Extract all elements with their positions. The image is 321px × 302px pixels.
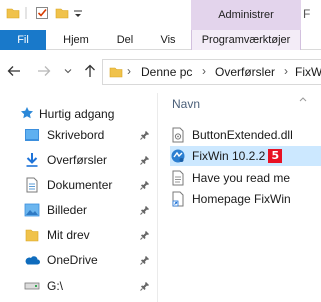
onedrive-icon [24, 252, 40, 268]
pin-icon[interactable] [140, 179, 150, 193]
navigation-pane: Hurtig adgang Skrivebord Overførsler Dok… [0, 93, 157, 302]
text-file-icon [170, 170, 186, 186]
sidebar-item-label: Billeder [47, 203, 88, 217]
context-group-label: Administrer [218, 9, 274, 21]
new-folder-icon[interactable] [55, 6, 69, 23]
file-row-selected[interactable]: FixWin 10.2.2 5 [170, 146, 321, 166]
file-name: Homepage FixWin [192, 192, 291, 206]
folder-icon [24, 227, 40, 243]
column-header-name[interactable]: Navn [172, 97, 200, 111]
breadcrumb-fixwin[interactable]: FixWin [295, 65, 321, 79]
folder-icon[interactable] [6, 6, 20, 23]
file-list: Navn ButtonExtended.dll FixWin 10.2.2 5 … [158, 93, 321, 302]
address-bar[interactable]: › Denne pc › Overførsler › FixWin [102, 59, 321, 85]
breadcrumb-downloads[interactable]: Overførsler [215, 65, 275, 79]
breadcrumb-separator-icon[interactable]: › [127, 64, 131, 78]
context-tab-group: Administrer [191, 0, 301, 30]
tab-share[interactable]: Del [108, 30, 142, 50]
step-badge: 5 [268, 149, 283, 163]
sidebar-item-onedrive[interactable]: OneDrive [24, 248, 157, 272]
sidebar-item-label: OneDrive [47, 253, 98, 267]
back-arrow-icon[interactable] [6, 63, 22, 79]
tab-application-tools[interactable]: Programværktøjer [191, 30, 301, 50]
sidebar-item-label: Skrivebord [47, 128, 105, 142]
sidebar-item-label: Dokumenter [47, 178, 113, 192]
drive-icon [24, 278, 40, 294]
tab-home[interactable]: Hjem [56, 30, 96, 50]
sidebar-item-label: Overførsler [47, 153, 107, 167]
sidebar-item-documents[interactable]: Dokumenter [24, 173, 157, 197]
quick-access-header[interactable]: Hurtig adgang [20, 106, 114, 122]
sidebar-item-downloads[interactable]: Overførsler [24, 148, 157, 172]
pin-icon[interactable] [140, 204, 150, 218]
tab-file[interactable]: Fil [0, 30, 46, 50]
sidebar-item-pictures[interactable]: Billeder [24, 198, 157, 222]
documents-icon [24, 177, 40, 193]
breadcrumb-this-pc[interactable]: Denne pc [141, 65, 192, 79]
recent-locations-icon[interactable] [60, 63, 76, 79]
pictures-icon [24, 202, 40, 218]
forward-arrow-icon[interactable] [36, 63, 52, 79]
shortcut-icon [170, 191, 186, 207]
address-row: › Denne pc › Overførsler › FixWin [0, 51, 321, 93]
ribbon-tabs: Fil Hjem Del Vis Programværktøjer [0, 30, 321, 50]
up-arrow-icon[interactable] [82, 63, 98, 79]
pin-icon[interactable] [140, 280, 150, 294]
breadcrumb-separator-icon[interactable]: › [284, 64, 288, 78]
separator-icon [24, 6, 28, 23]
fixwin-app-icon [170, 148, 186, 164]
file-name: ButtonExtended.dll [192, 128, 293, 142]
sidebar-item-drive-g[interactable]: G:\ [24, 274, 157, 298]
breadcrumb-separator-icon[interactable]: › [202, 64, 206, 78]
file-row[interactable]: Homepage FixWin [170, 189, 321, 209]
pin-icon[interactable] [140, 129, 150, 143]
customize-quick-access-icon[interactable] [73, 8, 83, 22]
sidebar-item-label: G:\ [47, 279, 64, 293]
dll-file-icon [170, 127, 186, 143]
window-title: F [303, 7, 311, 21]
downloads-icon [24, 152, 40, 168]
properties-icon[interactable] [35, 6, 49, 23]
star-icon [20, 106, 34, 123]
desktop-icon [24, 127, 40, 143]
pin-icon[interactable] [140, 229, 150, 243]
pin-icon[interactable] [140, 254, 150, 268]
tab-view[interactable]: Vis [150, 30, 186, 50]
quick-access-label: Hurtig adgang [39, 107, 115, 121]
pin-icon[interactable] [140, 154, 150, 168]
address-folder-icon [109, 65, 123, 82]
file-row[interactable]: ButtonExtended.dll [170, 125, 321, 145]
sidebar-item-desktop[interactable]: Skrivebord [24, 123, 157, 147]
file-name: Have you read me [192, 171, 291, 185]
file-row[interactable]: Have you read me [170, 168, 321, 188]
sidebar-item-my-drive[interactable]: Mit drev [24, 223, 157, 247]
title-bar: Administrer F [0, 0, 321, 30]
sidebar-item-label: Mit drev [47, 228, 90, 242]
file-name: FixWin 10.2.2 [192, 149, 266, 163]
sort-chevron-icon[interactable] [298, 93, 308, 107]
